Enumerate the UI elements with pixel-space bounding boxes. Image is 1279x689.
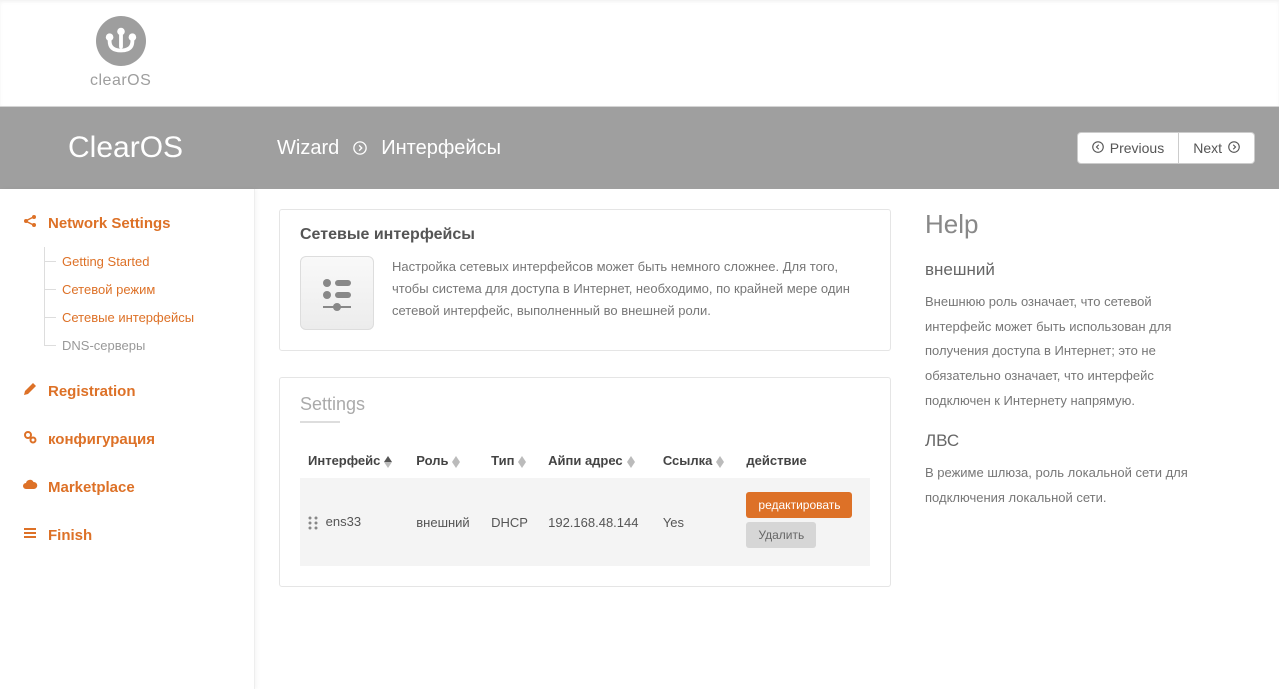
sidebar-item-registration[interactable]: Registration [0, 367, 254, 415]
sidebar-subitem-label: Сетевой режим [62, 282, 155, 297]
col-label: Тип [491, 453, 514, 468]
edit-button[interactable]: редактировать [746, 492, 852, 518]
sidebar-subitem-label: DNS-серверы [62, 338, 145, 353]
help-sidebar: Help внешний Внешнюю роль означает, что … [915, 189, 1225, 531]
cloud-icon [22, 477, 38, 497]
sort-icon [627, 456, 635, 468]
cell-interface: ens33 [300, 478, 408, 566]
sidebar-item-label: Marketplace [48, 479, 135, 496]
pencil-icon [22, 381, 38, 401]
settings-panel: Settings Интерфейс Роль Тип Айпи адрес С… [279, 377, 891, 587]
table-row: ens33 внешний DHCP 192.168.48.144 Yes ре… [300, 478, 870, 566]
sidebar-item-finish[interactable]: Finish [0, 511, 254, 559]
settings-heading: Settings [300, 394, 870, 415]
sidebar-item-network-settings[interactable]: Network Settings [0, 199, 254, 247]
sort-icon [518, 456, 526, 468]
sidebar-subitem-getting-started[interactable]: Getting Started [0, 247, 254, 275]
panel-description: Настройка сетевых интерфейсов может быть… [392, 256, 870, 322]
help-title: Help [925, 209, 1197, 240]
sort-icon [716, 456, 724, 468]
brand-text: clearOS [90, 72, 151, 90]
intro-panel: Сетевые интерфейсы Настройка сетевых инт… [279, 209, 891, 351]
help-section-heading: внешний [925, 260, 1197, 280]
sidebar-item-marketplace[interactable]: Marketplace [0, 463, 254, 511]
sidebar-item-configuration[interactable]: конфигурация [0, 415, 254, 463]
drag-handle-icon[interactable] [308, 514, 322, 529]
col-label: действие [746, 453, 806, 468]
cell-action: редактировать Удалить [738, 478, 870, 566]
col-interface[interactable]: Интерфейс [300, 443, 408, 478]
panel-title: Сетевые интерфейсы [300, 226, 870, 244]
help-section-heading: ЛВС [925, 431, 1197, 451]
sort-icon [384, 456, 392, 468]
col-label: Роль [416, 453, 448, 468]
next-label: Next [1193, 140, 1222, 156]
col-type[interactable]: Тип [483, 443, 540, 478]
col-action: действие [738, 443, 870, 478]
title-bar: ClearOS Wizard Интерфейсы Previous Next [0, 107, 1279, 189]
cell-value: ens33 [326, 514, 361, 529]
sidebar-subitem-network-mode[interactable]: Сетевой режим [0, 275, 254, 303]
interfaces-table: Интерфейс Роль Тип Айпи адрес Ссылка дей… [300, 443, 870, 566]
list-icon [22, 525, 38, 545]
previous-label: Previous [1110, 140, 1164, 156]
cell-role: внешний [408, 478, 483, 566]
col-role[interactable]: Роль [408, 443, 483, 478]
help-section-body: Внешнюю роль означает, что сетевой интер… [925, 290, 1197, 413]
cell-ip: 192.168.48.144 [540, 478, 655, 566]
col-label: Ссылка [663, 453, 713, 468]
main-content: Сетевые интерфейсы Настройка сетевых инт… [255, 189, 915, 633]
sidebar-subitem-dns-servers[interactable]: DNS-серверы [0, 331, 254, 359]
col-ip[interactable]: Айпи адрес [540, 443, 655, 478]
sidebar-item-label: Registration [48, 383, 136, 400]
cell-type: DHCP [483, 478, 540, 566]
arrow-right-icon [1228, 140, 1240, 156]
sidebar-item-label: конфигурация [48, 431, 155, 448]
breadcrumb-root: Wizard [277, 137, 339, 160]
sidebar-subitem-network-interfaces[interactable]: Сетевые интерфейсы [0, 303, 254, 331]
next-button[interactable]: Next [1179, 132, 1255, 164]
divider [300, 421, 340, 423]
breadcrumb-page: Интерфейсы [381, 137, 501, 160]
sidebar-subitem-label: Getting Started [62, 254, 149, 269]
sidebar-sublist: Getting Started Сетевой режим Сетевые ин… [0, 247, 254, 367]
cell-link: Yes [655, 478, 739, 566]
settings-preview-icon [300, 256, 374, 330]
brand-logo: clearOS [90, 16, 151, 90]
chevron-right-icon [353, 137, 367, 160]
share-icon [22, 213, 38, 233]
arrow-left-icon [1092, 140, 1104, 156]
breadcrumb: Wizard Интерфейсы [277, 137, 501, 160]
sidebar: Network Settings Getting Started Сетевой… [0, 189, 255, 689]
sidebar-item-label: Finish [48, 527, 92, 544]
col-link[interactable]: Ссылка [655, 443, 739, 478]
wizard-nav: Previous Next [1077, 132, 1255, 164]
sidebar-item-label: Network Settings [48, 215, 171, 232]
delete-button[interactable]: Удалить [746, 522, 816, 548]
sort-icon [452, 456, 460, 468]
top-logo-bar: clearOS [0, 0, 1279, 107]
cogs-icon [22, 429, 38, 449]
col-label: Айпи адрес [548, 453, 623, 468]
col-label: Интерфейс [308, 453, 380, 468]
app-title: ClearOS [68, 131, 263, 165]
help-section-body: В режиме шлюза, роль локальной сети для … [925, 461, 1197, 510]
sidebar-subitem-label: Сетевые интерфейсы [62, 310, 194, 325]
previous-button[interactable]: Previous [1077, 132, 1179, 164]
logo-icon [96, 16, 146, 66]
